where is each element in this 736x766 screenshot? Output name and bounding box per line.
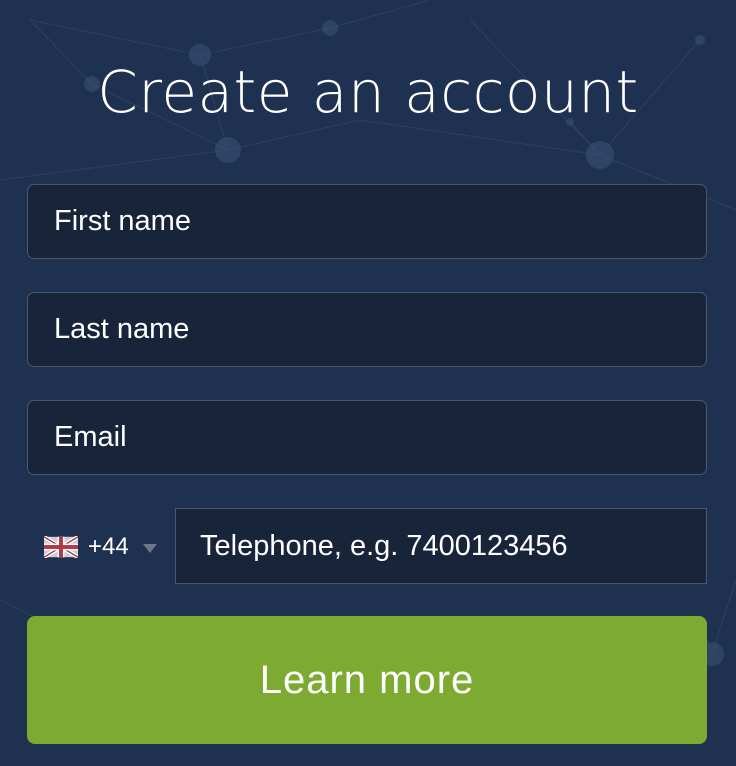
email-input[interactable] [54,401,706,474]
chevron-down-icon [142,544,157,553]
country-code-label: +44 [88,533,129,560]
uk-flag-icon [44,536,78,558]
country-code-select[interactable]: +44 [44,525,157,569]
create-account-form: Create an account +44 Learn more [0,0,736,766]
first-name-field[interactable] [27,184,707,259]
email-field[interactable] [27,400,707,475]
first-name-input[interactable] [54,185,706,258]
last-name-input[interactable] [54,293,706,366]
last-name-field[interactable] [27,292,707,367]
page-title: Create an account [97,58,639,126]
telephone-field[interactable] [175,508,707,584]
learn-more-button[interactable]: Learn more [27,616,707,744]
telephone-input[interactable] [200,509,706,583]
